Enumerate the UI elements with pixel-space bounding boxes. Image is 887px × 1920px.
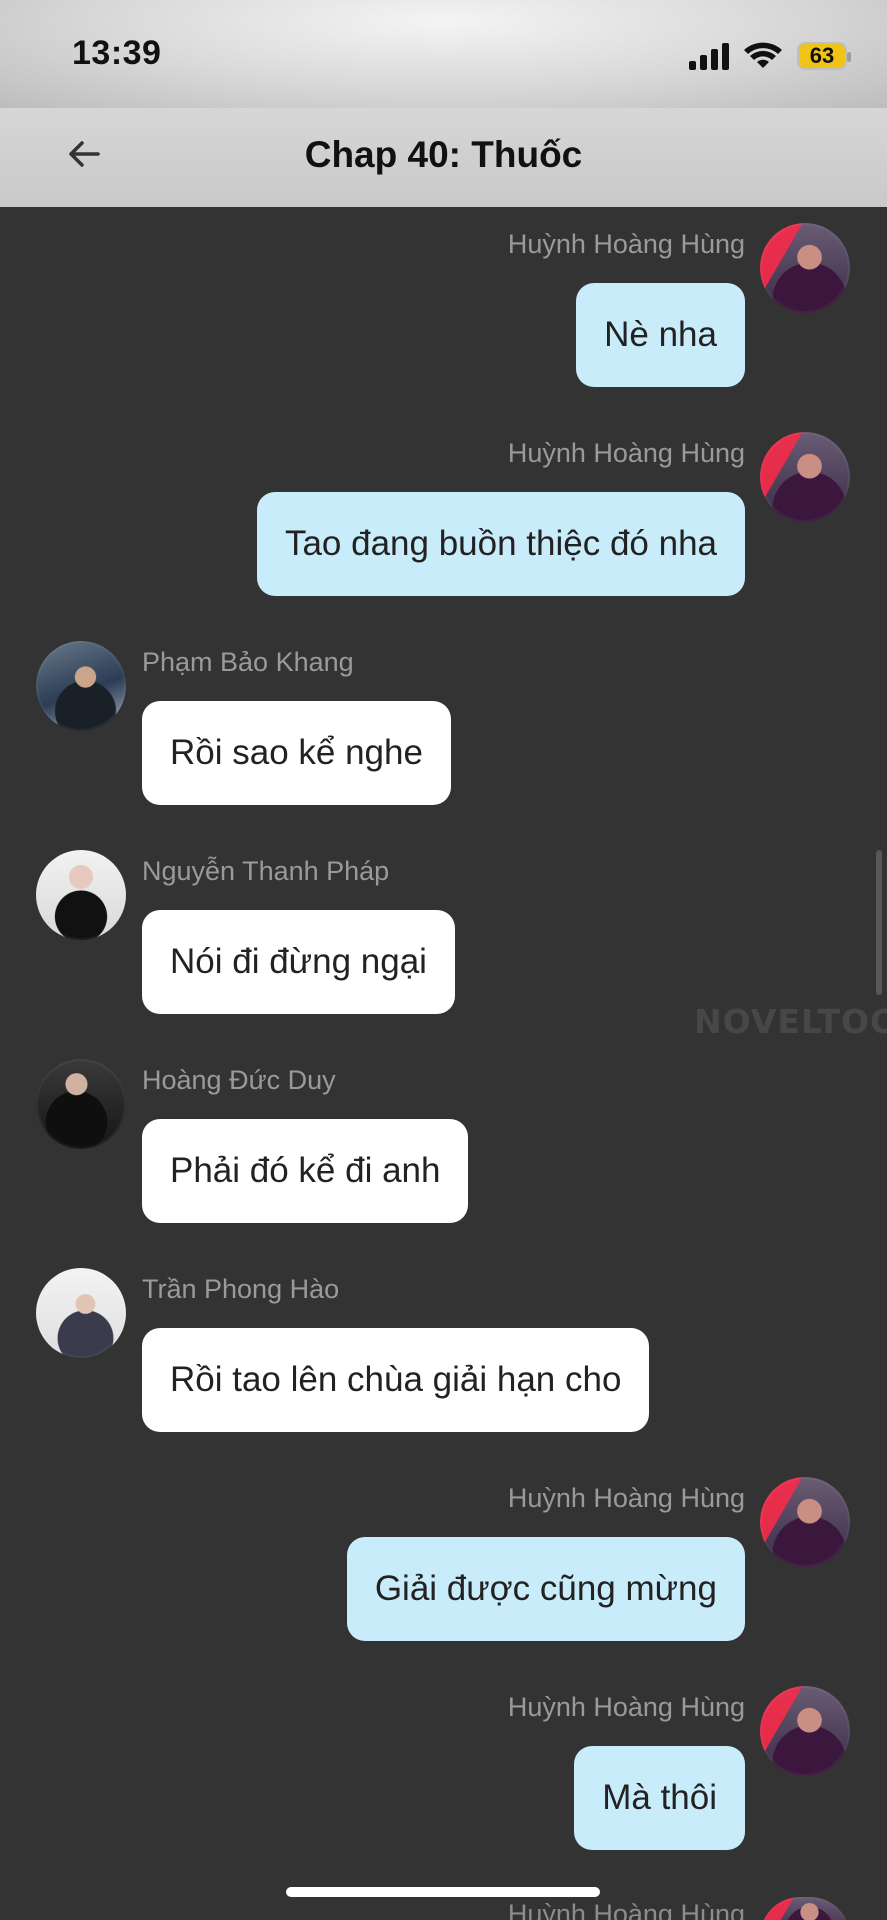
sender-name: Hoàng Đức Duy bbox=[142, 1065, 336, 1095]
message-bubble[interactable]: Rồi tao lên chùa giải hạn cho bbox=[142, 1328, 650, 1432]
sender-name: Huỳnh Hoàng Hùng bbox=[507, 1692, 745, 1722]
message-row: Huỳnh Hoàng Hùng Tao đang buồn thiệc đó … bbox=[0, 416, 887, 626]
home-indicator[interactable] bbox=[286, 1887, 600, 1897]
message-row: Huỳnh Hoàng Hùng Nè nha bbox=[0, 207, 887, 417]
avatar[interactable] bbox=[760, 223, 850, 313]
message-row: Huỳnh Hoàng Hùng Mà thôi bbox=[0, 1670, 887, 1880]
message-bubble[interactable]: Nè nha bbox=[576, 283, 745, 387]
battery-level: 63 bbox=[809, 43, 835, 68]
cellular-signal-icon bbox=[689, 42, 729, 70]
message-bubble[interactable]: Rồi sao kể nghe bbox=[142, 701, 451, 805]
message-row: Phạm Bảo Khang Rồi sao kể nghe bbox=[0, 625, 887, 835]
avatar[interactable] bbox=[760, 1897, 850, 1920]
avatar[interactable] bbox=[36, 850, 126, 940]
avatar[interactable] bbox=[760, 1477, 850, 1567]
message-bubble[interactable]: Phải đó kể đi anh bbox=[142, 1119, 469, 1223]
sender-name: Huỳnh Hoàng Hùng bbox=[507, 1899, 745, 1920]
status-bar: 13:39 63 bbox=[0, 0, 887, 108]
avatar[interactable] bbox=[36, 1059, 126, 1149]
message-row: Hoàng Đức Duy Phải đó kể đi anh bbox=[0, 1043, 887, 1253]
sender-name: Huỳnh Hoàng Hùng bbox=[507, 438, 745, 468]
sender-name: Huỳnh Hoàng Hùng bbox=[507, 1483, 745, 1513]
sender-name: Trần Phong Hào bbox=[142, 1274, 340, 1304]
message-row: Trần Phong Hào Rồi tao lên chùa giải hạn… bbox=[0, 1252, 887, 1462]
avatar[interactable] bbox=[760, 1686, 850, 1776]
battery-icon: 63 bbox=[797, 42, 851, 70]
message-bubble[interactable]: Mà thôi bbox=[574, 1746, 745, 1850]
avatar[interactable] bbox=[760, 432, 850, 522]
chat-list[interactable]: Huỳnh Hoàng Hùng Nè nha Huỳnh Hoàng Hùng… bbox=[0, 207, 887, 1920]
avatar[interactable] bbox=[36, 641, 126, 731]
scrollbar[interactable] bbox=[876, 850, 882, 995]
message-row: Huỳnh Hoàng Hùng Giải được cũng mừng bbox=[0, 1461, 887, 1671]
status-icons: 63 bbox=[689, 36, 851, 76]
message-bubble[interactable]: Tao đang buồn thiệc đó nha bbox=[256, 492, 745, 596]
status-time: 13:39 bbox=[72, 34, 162, 72]
page-title: Chap 40: Thuốc bbox=[304, 134, 583, 175]
watermark-logo: NOVELTOON bbox=[694, 1002, 887, 1041]
wifi-icon bbox=[744, 42, 782, 68]
sender-name: Phạm Bảo Khang bbox=[142, 647, 354, 677]
message-bubble[interactable]: Giải được cũng mừng bbox=[346, 1537, 745, 1641]
sender-name: Huỳnh Hoàng Hùng bbox=[507, 229, 745, 259]
sender-name: Nguyễn Thanh Pháp bbox=[142, 856, 390, 886]
message-row-partial: Huỳnh Hoàng Hùng bbox=[0, 1897, 887, 1920]
message-bubble[interactable]: Nói đi đừng ngại bbox=[142, 910, 455, 1014]
avatar[interactable] bbox=[36, 1268, 126, 1358]
